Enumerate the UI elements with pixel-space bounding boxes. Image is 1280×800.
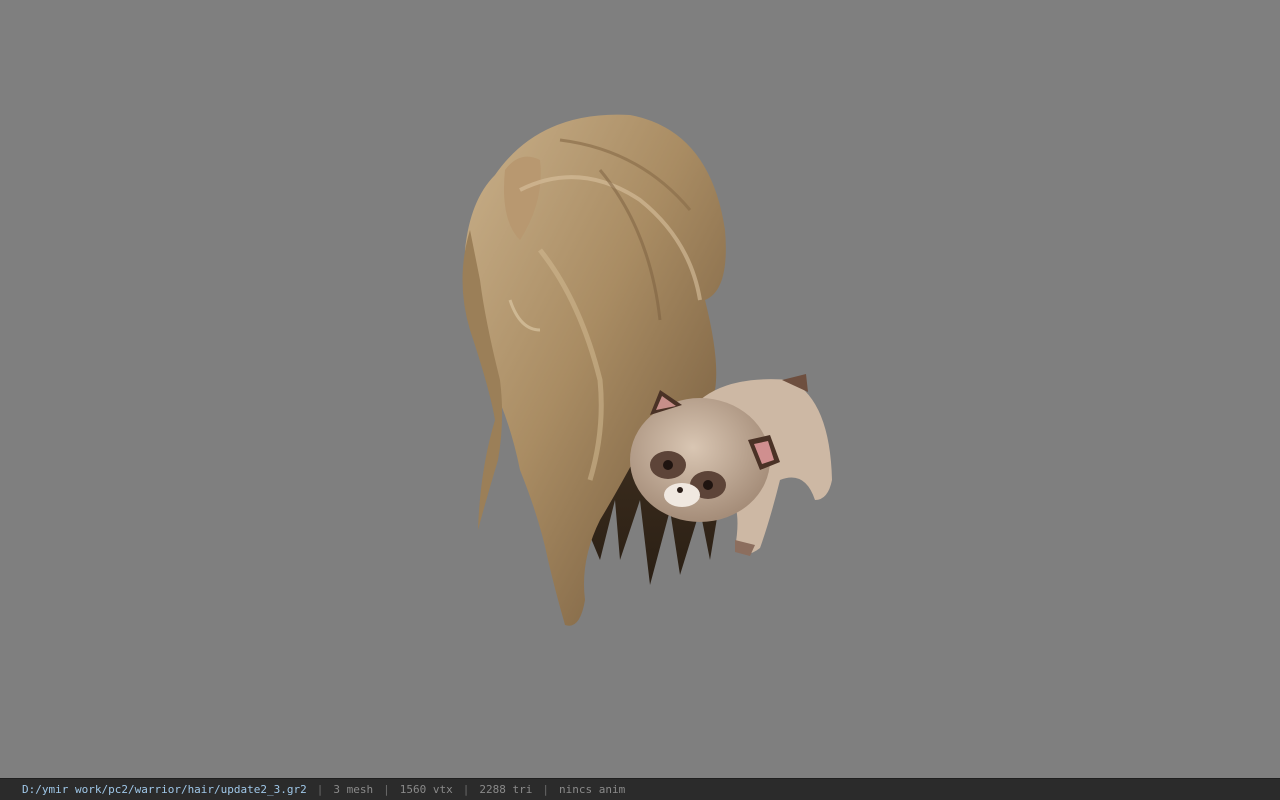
separator: | [542, 783, 549, 796]
vertex-count: 1560 vtx [399, 783, 453, 796]
file-path: D:/ymir work/pc2/warrior/hair/update2_3.… [22, 783, 307, 796]
model-viewport[interactable] [0, 0, 1280, 778]
triangle-count: 2288 tri [479, 783, 533, 796]
separator: | [316, 783, 324, 796]
model-render [462, 114, 832, 626]
mesh-count: 3 mesh [333, 783, 374, 796]
anim-status: nincs anim [559, 783, 626, 796]
status-bar: D:/ymir work/pc2/warrior/hair/update2_3.… [0, 778, 1280, 800]
separator: | [383, 783, 390, 796]
separator: | [462, 783, 470, 796]
